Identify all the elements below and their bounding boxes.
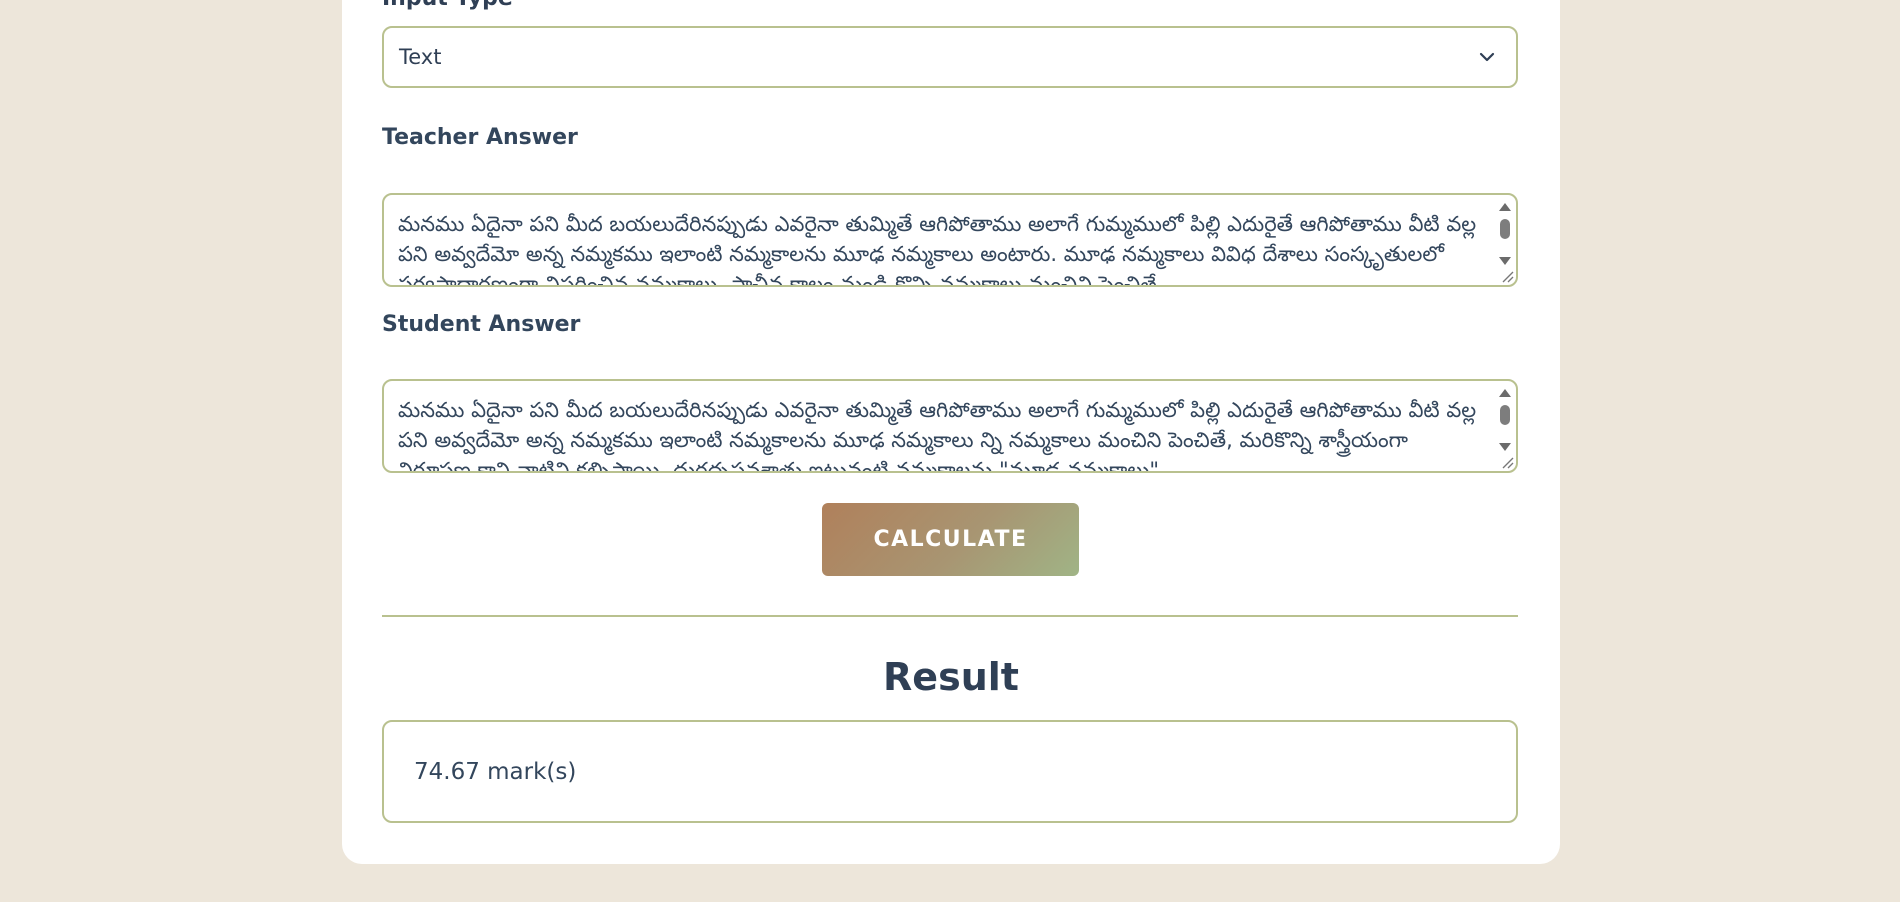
scroll-up-arrow-icon[interactable] [1499, 203, 1511, 211]
scroll-thumb[interactable] [1500, 219, 1510, 239]
scroll-down-arrow-icon[interactable] [1499, 443, 1511, 451]
input-type-select[interactable]: Text [382, 26, 1518, 88]
resize-grip-icon[interactable] [1500, 269, 1514, 283]
scroll-thumb[interactable] [1500, 405, 1510, 425]
teacher-answer-text: మనము ఏదైనా పని మీద బయలుదేరినప్పుడు ఎవరైన… [398, 212, 1477, 287]
student-answer-scrollbar[interactable] [1496, 383, 1514, 455]
resize-grip-icon[interactable] [1500, 455, 1514, 469]
result-heading: Result [883, 655, 1019, 699]
student-answer-textarea[interactable]: మనము ఏదైనా పని మీద బయలుదేరినప్పుడు ఎవరైన… [382, 379, 1518, 473]
calculate-button[interactable]: CALCULATE [822, 503, 1079, 576]
section-divider [382, 615, 1518, 617]
student-answer-label: Student Answer [382, 312, 581, 337]
scroll-down-arrow-icon[interactable] [1499, 257, 1511, 265]
input-type-selected-value: Text [399, 45, 442, 69]
scroll-up-arrow-icon[interactable] [1499, 389, 1511, 397]
chevron-down-icon [1479, 52, 1495, 62]
result-box: 74.67 mark(s) [382, 720, 1518, 823]
teacher-answer-label: Teacher Answer [382, 125, 578, 150]
result-value: 74.67 mark(s) [414, 758, 577, 785]
teacher-answer-textarea[interactable]: మనము ఏదైనా పని మీద బయలుదేరినప్పుడు ఎవరైన… [382, 193, 1518, 287]
teacher-answer-scrollbar[interactable] [1496, 197, 1514, 269]
input-type-label: Input Type [382, 0, 513, 11]
student-answer-text: మనము ఏదైనా పని మీద బయలుదేరినప్పుడు ఎవరైన… [398, 398, 1477, 473]
